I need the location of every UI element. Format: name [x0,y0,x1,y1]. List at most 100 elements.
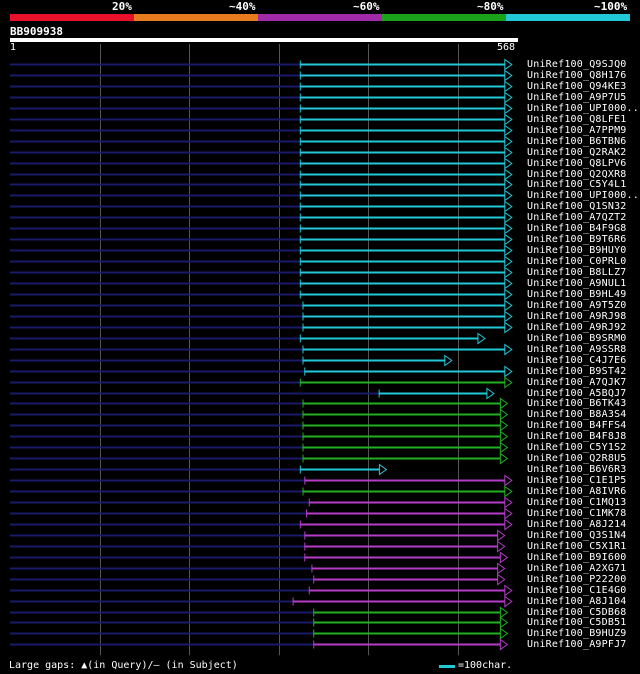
hit-arrow [504,168,513,181]
hit-label[interactable]: UniRef100_Q2R8U5 [527,453,627,464]
hit-arrow [499,606,509,619]
hit-arrow [486,387,495,400]
hit-label[interactable]: UniRef100_UPI000.. [527,190,639,201]
hit-label[interactable]: UniRef100_A8IVR6 [527,486,627,497]
hit-arrow [497,529,506,542]
hit-label[interactable]: UniRef100_B8LLZ7 [527,267,627,278]
hit-label[interactable]: UniRef100_B4FFS4 [527,420,627,431]
hit-arrow [504,80,513,93]
hit-arrow [477,332,486,345]
hit-arrow [499,397,509,410]
hit-label[interactable]: UniRef100_A9RJ92 [527,322,627,333]
hit-label[interactable]: UniRef100_Q1SN32 [527,201,627,212]
hit-label[interactable]: UniRef100_Q2RAK2 [527,147,627,158]
hit-label[interactable]: UniRef100_UPI000.. [527,103,639,114]
hit-arrow [499,551,509,564]
hit-arrow [504,211,513,224]
hit-label[interactable]: UniRef100_A7QZT2 [527,212,627,223]
hit-arrow [499,638,509,651]
hit-label[interactable]: UniRef100_B4F8J8 [527,431,627,442]
hit-label[interactable]: UniRef100_Q94KE3 [527,81,627,92]
hit-arrow [497,573,506,586]
legend-label: =100char. [458,660,513,671]
hit-label[interactable]: UniRef100_Q8LPV6 [527,158,627,169]
hit-label[interactable]: UniRef100_C0PRL0 [527,256,627,267]
hit-arrow [504,69,513,82]
hit-arrow [504,277,513,290]
hit-arrow [504,233,513,246]
hit-label[interactable]: UniRef100_C5Y1S2 [527,442,627,453]
hit-label[interactable]: UniRef100_C5Y4L1 [527,179,627,190]
hit-arrow [504,518,513,531]
hit-arrow [504,310,513,323]
hit-label[interactable]: UniRef100_C1E4G0 [527,585,627,596]
hit-arrow [499,452,509,465]
hit-arrow [504,178,513,191]
hit-arrow [504,266,513,279]
large-gaps-note: Large gaps: ▲(in Query)/– (in Subject) [9,660,238,671]
hit-label[interactable]: UniRef100_B4F9G8 [527,223,627,234]
hit-label[interactable]: UniRef100_P22200 [527,574,627,585]
hit-label[interactable]: UniRef100_A9NUL1 [527,278,627,289]
hit-label[interactable]: UniRef100_A9PFJ7 [527,639,627,650]
hit-label[interactable]: UniRef100_Q8H176 [527,70,627,81]
hit-arrow [504,124,513,137]
hit-arrow [497,562,506,575]
hit-label[interactable]: UniRef100_B9HUZ9 [527,628,627,639]
hit-arrow [378,463,388,476]
hit-arrow [504,146,513,159]
hit-label[interactable]: UniRef100_A7PPM9 [527,125,627,136]
hit-label[interactable]: UniRef100_C5DB51 [527,617,627,628]
hit-arrow [504,91,513,104]
hit-label[interactable]: UniRef100_A8J214 [527,519,627,530]
hit-label[interactable]: UniRef100_A8J104 [527,596,627,607]
hit-label[interactable]: UniRef100_B9SRM0 [527,333,627,344]
hit-label[interactable]: UniRef100_Q3S1N4 [527,530,627,541]
hit-arrow [499,627,509,640]
hit-label[interactable]: UniRef100_B9T6R6 [527,234,627,245]
hit-arrow [504,584,513,597]
hit-label[interactable]: UniRef100_Q8LFE1 [527,114,627,125]
hit-arrow [504,58,513,71]
hit-label[interactable]: UniRef100_B9HL49 [527,289,627,300]
hit-label[interactable]: UniRef100_C1MK78 [527,508,627,519]
hit-label[interactable]: UniRef100_A7QJK7 [527,377,627,388]
hit-arrow [504,595,513,608]
hit-arrow [504,255,513,268]
hit-arrow [504,376,513,389]
hit-label[interactable]: UniRef100_A9T5Z0 [527,300,627,311]
hit-arrow [504,189,513,202]
hit-label[interactable]: UniRef100_A9P7U5 [527,92,627,103]
legend-swatch [439,665,455,668]
hit-arrow [499,408,509,421]
hit-label[interactable]: UniRef100_C1E1P5 [527,475,627,486]
hit-label[interactable]: UniRef100_B6TBN6 [527,136,627,147]
hit-label[interactable]: UniRef100_B6V6R3 [527,464,627,475]
hit-label[interactable]: UniRef100_C5X1R1 [527,541,627,552]
hit-label[interactable]: UniRef100_B6TK43 [527,398,627,409]
hit-label[interactable]: UniRef100_A2XG71 [527,563,627,574]
hit-arrow [504,135,513,148]
hit-arrow [504,113,513,126]
hit-label[interactable]: UniRef100_A9SSR8 [527,344,627,355]
hit-arrow [504,222,513,235]
hit-label[interactable]: UniRef100_C1MQ13 [527,497,627,508]
hit-arrow [504,157,513,170]
hit-arrow [504,200,513,213]
hit-label[interactable]: UniRef100_Q9SJQ0 [527,59,627,70]
hit-arrow [497,540,506,553]
hit-arrow [444,354,453,367]
hit-arrow [499,419,509,432]
hit-label[interactable]: UniRef100_A9RJ98 [527,311,627,322]
hit-label[interactable]: UniRef100_C4J7E6 [527,355,627,366]
hit-arrow [504,496,513,509]
hit-arrow [504,299,513,312]
hit-label[interactable]: UniRef100_B9I600 [527,552,627,563]
hit-arrow [504,321,513,334]
hit-arrow [499,441,509,454]
hit-label[interactable]: UniRef100_B9ST42 [527,366,627,377]
hit-label[interactable]: UniRef100_B8A3S4 [527,409,627,420]
hit-arrow [504,474,513,487]
hit-arrow [504,507,513,520]
hit-label[interactable]: UniRef100_B9HUY0 [527,245,627,256]
